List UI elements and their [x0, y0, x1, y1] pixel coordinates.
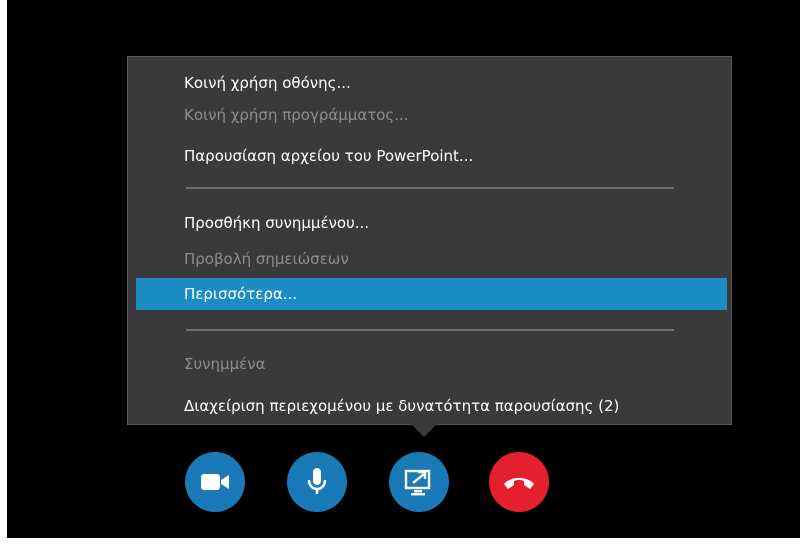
hang-up-button[interactable] — [489, 452, 549, 512]
share-screen-icon — [404, 469, 431, 496]
video-camera-icon — [201, 474, 229, 490]
share-content-button[interactable] — [389, 452, 449, 512]
menu-item-manage-presentable-content[interactable]: Διαχείριση περιεχομένου με δυνατότητα πα… — [136, 390, 727, 422]
microphone-button[interactable] — [287, 452, 347, 512]
menu-item-share-program: Κοινή χρήση προγράμματος... — [184, 106, 409, 124]
meeting-stage: Κοινή χρήση οθόνης... Κοινή χρήση προγρά… — [7, 0, 800, 538]
menu-item-present-powerpoint[interactable]: Παρουσίαση αρχείου του PowerPoint... — [136, 140, 727, 172]
menu-item-share-screen[interactable]: Κοινή χρήση οθόνης... — [136, 67, 727, 99]
menu-item-more[interactable]: Περισσότερα... — [136, 278, 727, 310]
video-button[interactable] — [185, 452, 245, 512]
menu-pointer — [410, 423, 438, 437]
menu-separator — [186, 187, 674, 189]
menu-item-view-notes: Προβολή σημειώσεων — [184, 250, 349, 268]
menu-item-add-attachment[interactable]: Προσθήκη συνημμένου... — [136, 207, 727, 239]
menu-separator — [186, 329, 674, 331]
microphone-icon — [307, 468, 327, 494]
hang-up-icon — [504, 478, 534, 489]
present-content-menu: Κοινή χρήση οθόνης... Κοινή χρήση προγρά… — [127, 56, 732, 425]
menu-item-attachments-header: Συνημμένα — [184, 355, 266, 373]
